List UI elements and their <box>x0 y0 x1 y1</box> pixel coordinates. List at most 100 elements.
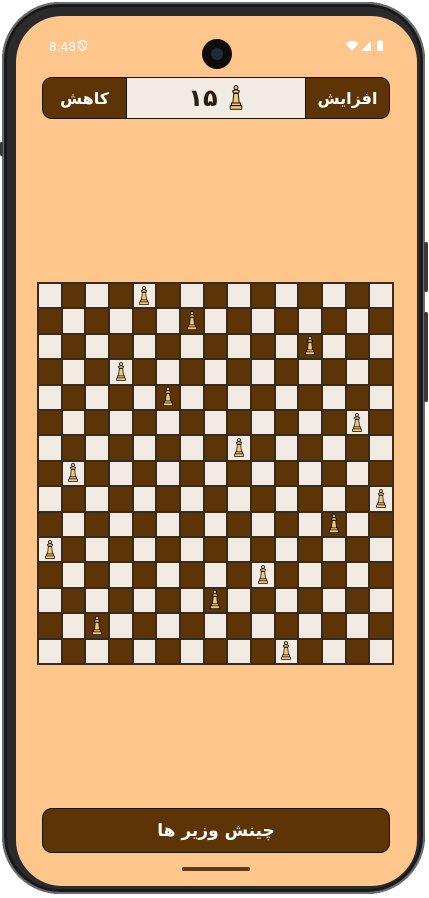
board-square[interactable] <box>203 384 228 410</box>
board-square[interactable] <box>250 409 275 436</box>
board-square[interactable] <box>250 435 275 461</box>
board-square[interactable] <box>156 562 180 588</box>
board-square[interactable] <box>345 384 370 410</box>
board-square[interactable] <box>227 460 251 487</box>
board-square[interactable] <box>38 511 62 537</box>
board-square[interactable] <box>61 435 86 461</box>
board-square[interactable] <box>321 613 346 639</box>
board-square[interactable] <box>85 511 109 537</box>
board-square[interactable] <box>203 308 228 334</box>
board-square[interactable] <box>321 562 346 588</box>
board-square[interactable] <box>298 308 322 334</box>
board-square[interactable] <box>298 283 322 309</box>
board-square[interactable] <box>345 536 370 563</box>
board-square[interactable] <box>203 460 228 487</box>
board-square[interactable] <box>274 511 299 537</box>
board-square[interactable] <box>298 587 322 614</box>
board-square[interactable] <box>179 536 204 563</box>
board-square[interactable] <box>132 638 157 664</box>
board-square[interactable] <box>369 587 393 614</box>
board-square[interactable] <box>274 308 299 334</box>
board-square[interactable] <box>156 638 180 664</box>
board-square[interactable] <box>132 333 157 360</box>
board-square[interactable] <box>274 486 299 512</box>
board-square[interactable] <box>250 384 275 410</box>
board-square[interactable] <box>38 460 62 487</box>
board-square[interactable] <box>85 384 109 410</box>
board-square[interactable] <box>369 638 393 664</box>
board-square[interactable] <box>274 384 299 410</box>
board-square[interactable] <box>250 511 275 537</box>
board-square[interactable] <box>345 613 370 639</box>
board-square[interactable] <box>61 384 86 410</box>
board-square-with-queen[interactable] <box>61 460 86 487</box>
board-square-with-queen[interactable] <box>85 613 109 639</box>
board-square[interactable] <box>61 562 86 588</box>
board-square[interactable] <box>156 460 180 487</box>
board-square[interactable] <box>132 486 157 512</box>
board-square[interactable] <box>156 333 180 360</box>
board-square[interactable] <box>203 511 228 537</box>
board-square[interactable] <box>61 536 86 563</box>
board-square[interactable] <box>227 562 251 588</box>
board-square[interactable] <box>227 308 251 334</box>
board-square[interactable] <box>298 638 322 664</box>
board-square[interactable] <box>250 333 275 360</box>
board-square[interactable] <box>85 638 109 664</box>
board-square-with-queen[interactable] <box>156 384 180 410</box>
board-square[interactable] <box>227 613 251 639</box>
board-square[interactable] <box>156 359 180 385</box>
board-square[interactable] <box>203 435 228 461</box>
board-square[interactable] <box>227 486 251 512</box>
board-square[interactable] <box>179 613 204 639</box>
board-square[interactable] <box>179 587 204 614</box>
board-square[interactable] <box>179 511 204 537</box>
board-square[interactable] <box>227 384 251 410</box>
board-square[interactable] <box>156 283 180 309</box>
board-square[interactable] <box>250 460 275 487</box>
board-square[interactable] <box>274 536 299 563</box>
board-square[interactable] <box>156 435 180 461</box>
board-square[interactable] <box>274 409 299 436</box>
board-square[interactable] <box>345 460 370 487</box>
board-square[interactable] <box>250 359 275 385</box>
board-square[interactable] <box>61 308 86 334</box>
board-square[interactable] <box>345 511 370 537</box>
board-square[interactable] <box>156 587 180 614</box>
board-square[interactable] <box>227 283 251 309</box>
board-square[interactable] <box>108 384 133 410</box>
board-square[interactable] <box>250 638 275 664</box>
board-square[interactable] <box>274 359 299 385</box>
board-square[interactable] <box>274 587 299 614</box>
board-square[interactable] <box>369 409 393 436</box>
board-square[interactable] <box>345 308 370 334</box>
board-square[interactable] <box>321 409 346 436</box>
board-square[interactable] <box>132 536 157 563</box>
board-square[interactable] <box>369 333 393 360</box>
board-square[interactable] <box>298 409 322 436</box>
board-square[interactable] <box>132 435 157 461</box>
board-square[interactable] <box>274 460 299 487</box>
board-square[interactable] <box>203 359 228 385</box>
board-square[interactable] <box>132 308 157 334</box>
board-square[interactable] <box>298 435 322 461</box>
board-square[interactable] <box>38 384 62 410</box>
board-square[interactable] <box>61 613 86 639</box>
board-square[interactable] <box>345 359 370 385</box>
board-square[interactable] <box>227 409 251 436</box>
board-square[interactable] <box>179 486 204 512</box>
board-square[interactable] <box>108 486 133 512</box>
board-square[interactable] <box>227 511 251 537</box>
board-square[interactable] <box>38 613 62 639</box>
board-square[interactable] <box>250 283 275 309</box>
board-square-with-queen[interactable] <box>38 536 62 563</box>
board-square-with-queen[interactable] <box>179 308 204 334</box>
board-square[interactable] <box>38 587 62 614</box>
board-square[interactable] <box>108 333 133 360</box>
board-square[interactable] <box>108 409 133 436</box>
board-square[interactable] <box>179 409 204 436</box>
board-square[interactable] <box>38 409 62 436</box>
board-square[interactable] <box>156 486 180 512</box>
board-square[interactable] <box>108 435 133 461</box>
increase-button[interactable]: افزایش <box>306 78 389 118</box>
